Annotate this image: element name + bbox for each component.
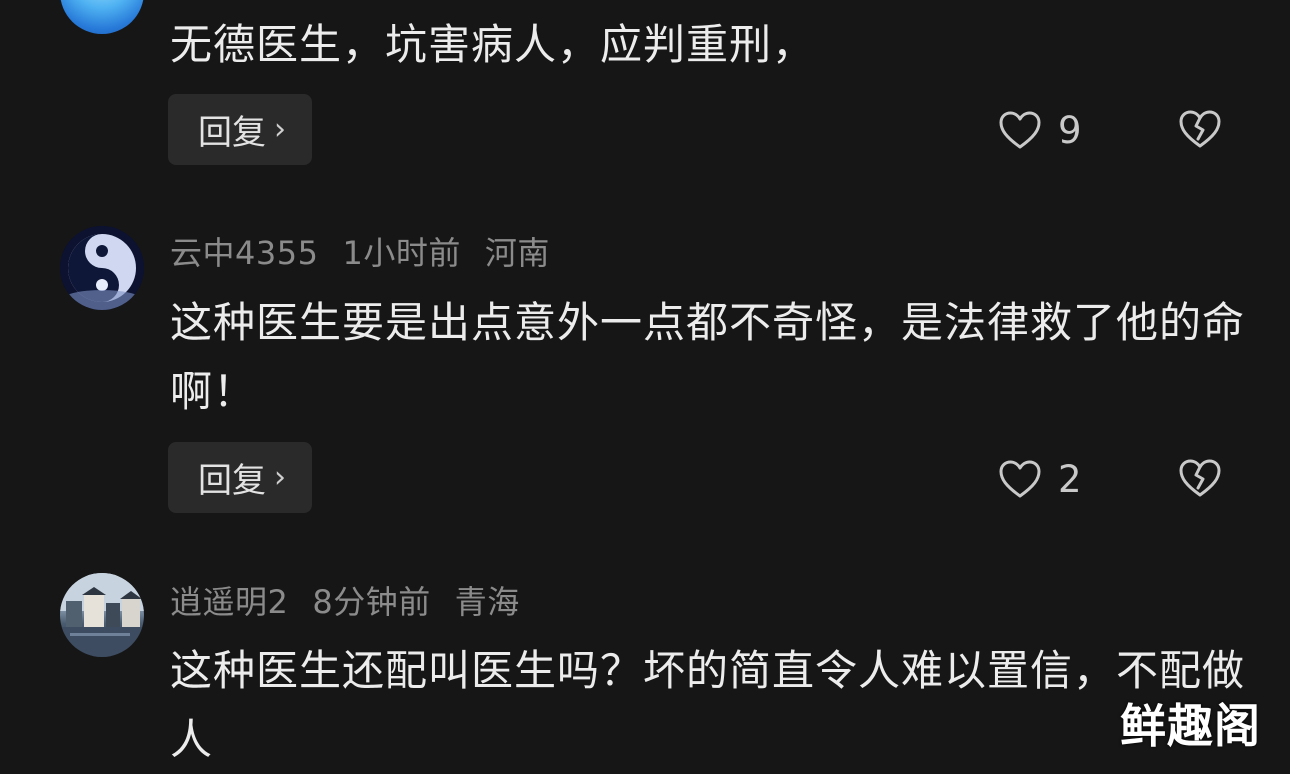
comment-text: 这种医生还配叫医生吗？坏的简直令人难以置信，不配做人	[170, 646, 1246, 764]
reply-label: 回复	[198, 461, 266, 501]
reply-button[interactable]: 回复 ›	[168, 94, 312, 165]
reply-button[interactable]: 回复 ›	[168, 442, 312, 513]
heart-outline-icon	[999, 460, 1041, 498]
like-count: 2	[1058, 457, 1082, 501]
comment-meta: 云中4355 1小时前 河南	[170, 228, 574, 274]
like-button[interactable]: 2	[998, 454, 1082, 504]
reply-label: 回复	[198, 113, 266, 153]
like-button[interactable]: 9	[998, 105, 1082, 155]
username[interactable]: 云中4355	[170, 234, 318, 272]
username[interactable]: 逍遥明2	[170, 583, 288, 621]
watermark: 鲜趣阁	[1120, 699, 1261, 753]
location: 青海	[454, 583, 520, 621]
townscape-avatar-image	[60, 573, 144, 657]
location: 河南	[484, 234, 550, 272]
avatar[interactable]	[60, 573, 144, 657]
like-count: 9	[1058, 108, 1082, 152]
heart-outline-icon	[999, 111, 1041, 149]
comment-text: 这种医生要是出点意外一点都不奇怪，是法律救了他的命啊！	[170, 298, 1246, 416]
timestamp: 1小时前	[342, 234, 461, 272]
chevron-right-icon: ›	[274, 460, 286, 495]
comment-text: 无德医生，坑害病人，应判重刑，	[170, 20, 816, 69]
yin-yang-avatar-image	[60, 226, 144, 310]
avatar[interactable]	[60, 0, 144, 34]
chevron-right-icon: ›	[274, 112, 286, 147]
broken-heart-icon[interactable]	[1178, 108, 1222, 150]
timestamp: 8分钟前	[312, 583, 431, 621]
broken-heart-icon[interactable]	[1178, 457, 1222, 499]
avatar[interactable]	[60, 226, 144, 310]
comment-meta: 逍遥明2 8分钟前 青海	[170, 577, 544, 623]
